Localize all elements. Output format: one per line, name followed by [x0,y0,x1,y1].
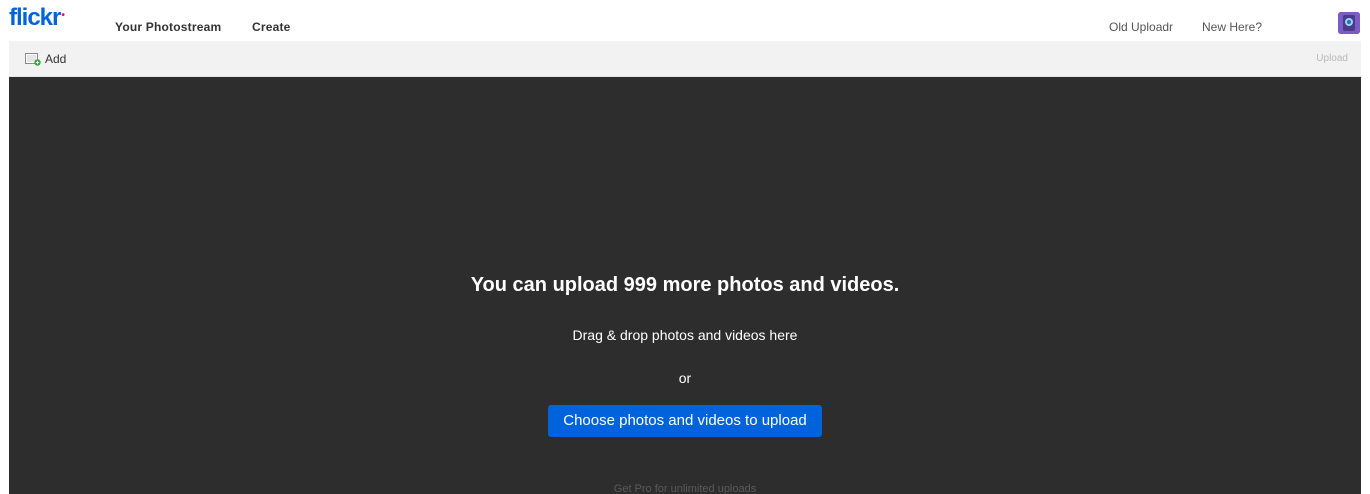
nav-your-photostream[interactable]: Your Photostream [115,20,221,34]
add-photo-icon [25,53,41,66]
logo-text: flickr [9,4,61,31]
or-separator: or [678,370,692,386]
get-pro-link[interactable]: Get Pro for unlimited uploads [9,483,1361,494]
upload-limit-headline: You can upload 999 more photos and video… [470,274,900,296]
upload-dropzone[interactable]: You can upload 999 more photos and video… [9,77,1361,494]
new-here-link[interactable]: New Here? [1202,20,1262,34]
top-navigation-bar: flickr• Your Photostream Create Old Uplo… [0,0,1370,41]
upload-button[interactable]: Upload [1316,53,1348,64]
add-button[interactable]: Add [25,51,66,67]
drag-drop-hint: Drag & drop photos and videos here [572,327,798,343]
logo-dot: • [61,10,64,21]
upload-toolbar: Add Upload [9,41,1361,77]
add-button-label: Add [45,52,67,66]
user-avatar-icon[interactable] [1338,12,1360,34]
flickr-logo[interactable]: flickr• [9,4,65,31]
nav-create[interactable]: Create [252,20,291,34]
old-uploadr-link[interactable]: Old Uploadr [1109,20,1173,34]
choose-files-button[interactable]: Choose photos and videos to upload [548,405,822,437]
